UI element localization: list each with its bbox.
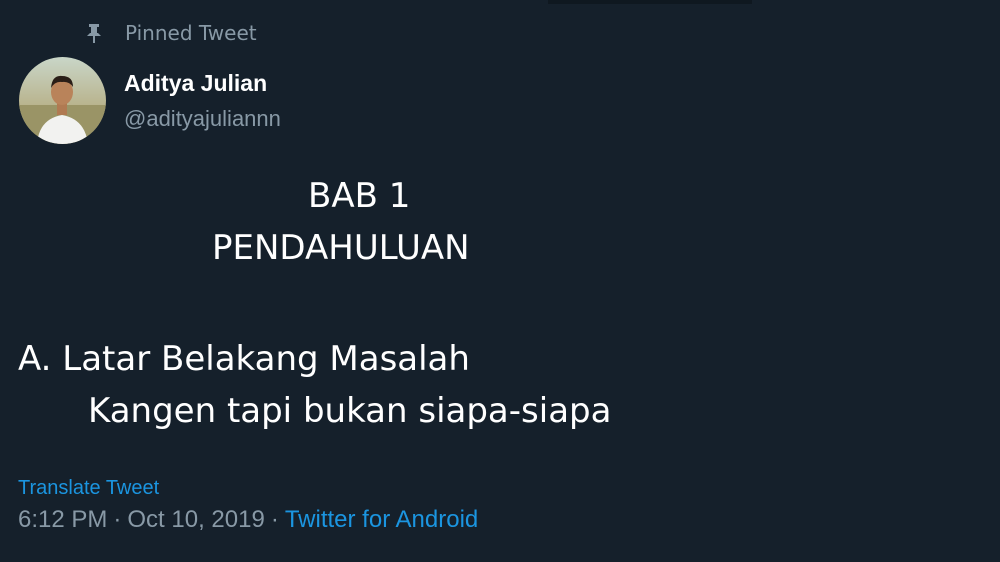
tweet-text-line: Kangen tapi bukan siapa-siapa (88, 391, 612, 431)
top-bar-edge (548, 0, 752, 4)
author-handle[interactable]: @adityajuliannn (124, 104, 281, 134)
separator: · (113, 506, 122, 533)
tweet-text-line: BAB 1 (308, 176, 411, 216)
translate-tweet-link[interactable]: Translate Tweet (18, 476, 159, 500)
pin-icon (84, 22, 104, 44)
tweet-date[interactable]: Oct 10, 2019 (127, 506, 264, 533)
pinned-indicator: Pinned Tweet (84, 20, 257, 46)
tweet-source-link[interactable]: Twitter for Android (285, 506, 478, 533)
tweet-metadata: 6:12 PM · Oct 10, 2019 · Twitter for Android (18, 505, 478, 535)
avatar[interactable] (19, 57, 106, 144)
tweet-time[interactable]: 6:12 PM (18, 506, 107, 533)
separator: · (270, 506, 279, 533)
author-display-name[interactable]: Aditya Julian (124, 68, 267, 98)
tweet-text-line: A. Latar Belakang Masalah (18, 339, 470, 379)
tweet-text-line: PENDAHULUAN (212, 228, 470, 268)
pinned-label: Pinned Tweet (125, 21, 257, 45)
